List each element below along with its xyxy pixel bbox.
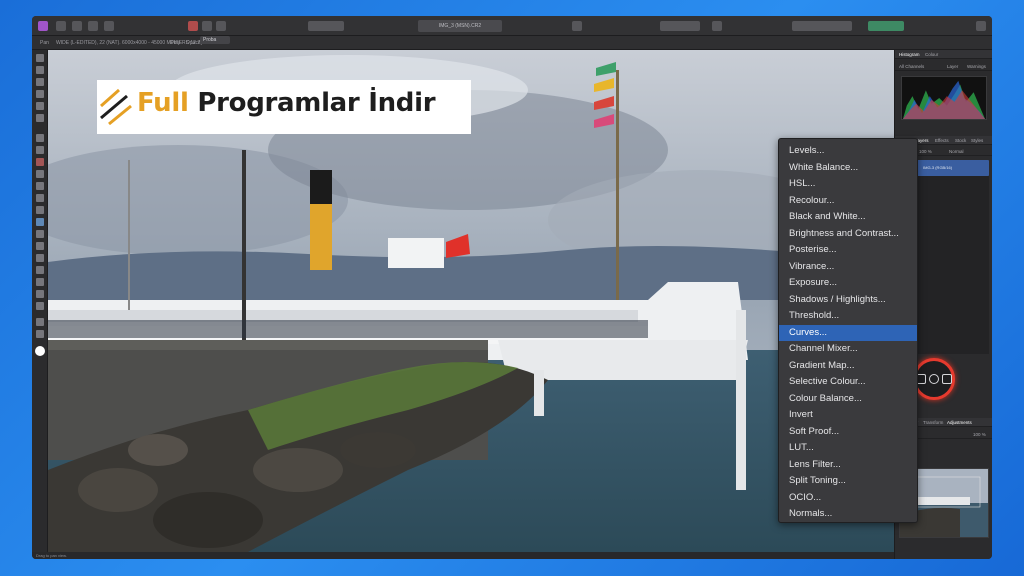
snapping-buttons[interactable] xyxy=(792,21,852,31)
watermark-word-full: Full xyxy=(137,88,189,118)
share-icon[interactable] xyxy=(202,21,212,31)
affinity-photo-window: IMG_3 (MSN).CR2 Pan WIDE (L-EDITED), 22 … xyxy=(32,16,992,559)
liquify-persona-icon[interactable] xyxy=(72,21,82,31)
develop-persona-icon[interactable] xyxy=(88,21,98,31)
watermark-logo-icon xyxy=(100,88,132,126)
marquee-tool-icon[interactable] xyxy=(36,134,44,142)
menu-item-selective-colour[interactable]: Selective Colour... xyxy=(779,374,917,391)
app-logo-icon xyxy=(38,21,48,31)
sync-icon[interactable] xyxy=(216,21,226,31)
menu-item-recolour[interactable]: Recolour... xyxy=(779,193,917,210)
histogram-controls: All Channels Layer Warnings xyxy=(895,62,992,71)
quick-mask-buttons[interactable] xyxy=(868,21,904,31)
record-icon[interactable] xyxy=(188,21,198,31)
watermark-word-rest: Programlar İndir xyxy=(188,88,436,118)
histogram-warnings-option[interactable]: Warnings xyxy=(967,62,986,71)
menu-item-white-balance[interactable]: White Balance... xyxy=(779,160,917,177)
menu-item-vibrance[interactable]: Vibrance... xyxy=(779,259,917,276)
text-tool-icon[interactable] xyxy=(36,302,44,310)
menu-item-split-toning[interactable]: Split Toning... xyxy=(779,473,917,490)
menu-item-posterise[interactable]: Posterise... xyxy=(779,242,917,259)
menu-item-curves[interactable]: Curves... xyxy=(779,324,917,341)
dodge-brush-icon[interactable] xyxy=(36,206,44,214)
tab-effects[interactable]: Effects xyxy=(935,136,949,145)
tab-colour[interactable]: Colour xyxy=(925,50,938,59)
histogram-graph xyxy=(901,76,987,120)
menu-item-lut[interactable]: LUT... xyxy=(779,440,917,457)
context-toolbar: Pan WIDE (L-EDITED), 22 (NAT). 6000x4000… xyxy=(32,36,992,50)
zoom-tool-icon[interactable] xyxy=(36,318,44,326)
selection-brush-icon[interactable] xyxy=(36,102,44,110)
view-mode-buttons[interactable] xyxy=(308,21,344,31)
user-account-icon[interactable] xyxy=(976,21,986,31)
histogram-layer-option[interactable]: Layer xyxy=(947,62,958,71)
menu-item-hsl[interactable]: HSL... xyxy=(779,176,917,193)
menu-item-normals[interactable]: Normals... xyxy=(779,506,917,523)
menu-item-colour-balance[interactable]: Colour Balance... xyxy=(779,391,917,408)
erase-brush-icon[interactable] xyxy=(36,170,44,178)
color-well[interactable] xyxy=(35,346,45,356)
highlighted-layer-buttons xyxy=(913,358,955,400)
clone-brush-icon[interactable] xyxy=(36,218,44,226)
crop-tool-icon[interactable] xyxy=(36,90,44,98)
freehand-select-icon[interactable] xyxy=(36,146,44,154)
flood-fill-icon[interactable] xyxy=(36,182,44,190)
move-tool-icon[interactable] xyxy=(36,54,44,62)
adjustment-menu: Levels... White Balance... HSL... Recolour.… xyxy=(778,138,918,523)
top-toolbar: IMG_3 (MSN).CR2 xyxy=(32,16,992,36)
pen-tool-icon[interactable] xyxy=(36,266,44,274)
menu-item-brightness-and-contrast[interactable]: Brightness and Contrast... xyxy=(779,226,917,243)
color-mode-buttons[interactable] xyxy=(660,21,700,31)
tone-map-persona-icon[interactable] xyxy=(104,21,114,31)
inpainting-brush-icon[interactable] xyxy=(36,254,44,262)
shape-tool-icon[interactable] xyxy=(36,290,44,298)
watermark-text: Full Programlar İndir xyxy=(137,88,436,118)
menu-item-soft-proof[interactable]: Soft Proof... xyxy=(779,424,917,441)
gradient-tool-icon[interactable] xyxy=(36,194,44,202)
status-bar: Drag to pan view. xyxy=(32,552,894,559)
document-title: IMG_3 (MSN).CR2 xyxy=(418,20,502,32)
menu-item-lens-filter[interactable]: Lens Filter... xyxy=(779,457,917,474)
tab-histogram[interactable]: Histogram xyxy=(899,50,920,59)
blemish-tool-icon[interactable] xyxy=(36,242,44,250)
flood-select-icon[interactable] xyxy=(36,114,44,122)
hand-tool-icon[interactable] xyxy=(36,330,44,338)
histogram-channel-select[interactable]: All Channels xyxy=(899,62,924,71)
adjustment-icon[interactable] xyxy=(929,374,939,384)
photo-persona-icon[interactable] xyxy=(56,21,66,31)
layer-opacity-value[interactable]: 100 % xyxy=(919,147,932,156)
menu-item-levels[interactable]: Levels... xyxy=(779,143,917,160)
context-dirty-label: Dirty xyxy=(170,40,181,46)
navigator-zoom-value[interactable]: 100 % xyxy=(973,430,986,439)
menu-item-gradient-map[interactable]: Gradient Map... xyxy=(779,358,917,375)
menu-item-threshold[interactable]: Threshold... xyxy=(779,308,917,325)
tools-panel xyxy=(32,50,48,559)
view-tool-icon[interactable] xyxy=(36,66,44,74)
context-tool-label: Pan xyxy=(40,40,49,46)
menu-item-invert[interactable]: Invert xyxy=(779,407,917,424)
assistant-icon[interactable] xyxy=(712,21,722,31)
context-opacity-input[interactable]: Proba xyxy=(200,36,230,44)
tab-adjustments[interactable]: Adjustments xyxy=(947,418,972,427)
paint-brush-icon[interactable] xyxy=(36,158,44,166)
menu-item-black-and-white[interactable]: Black and White... xyxy=(779,209,917,226)
color-picker-icon[interactable] xyxy=(36,78,44,86)
menu-item-shadows-highlights[interactable]: Shadows / Highlights... xyxy=(779,292,917,309)
tab-stock[interactable]: Stock xyxy=(955,136,966,145)
blend-mode-select[interactable]: Normal xyxy=(949,147,964,156)
watermark-banner: Full Programlar İndir xyxy=(97,80,471,134)
tab-transform[interactable]: Transform xyxy=(923,418,943,427)
menu-item-channel-mixer[interactable]: Channel Mixer... xyxy=(779,341,917,358)
node-tool-icon[interactable] xyxy=(36,278,44,286)
mask-layer-icon[interactable] xyxy=(942,374,952,384)
layer-name: IMG-3 (RGB/16) xyxy=(923,165,953,170)
tab-styles[interactable]: Styles xyxy=(971,136,983,145)
healing-brush-icon[interactable] xyxy=(36,230,44,238)
histogram-panel-tabs: Histogram Colour xyxy=(895,50,992,59)
menu-item-exposure[interactable]: Exposure... xyxy=(779,275,917,292)
arrange-icon[interactable] xyxy=(572,21,582,31)
menu-item-ocio[interactable]: OCIO... xyxy=(779,490,917,507)
